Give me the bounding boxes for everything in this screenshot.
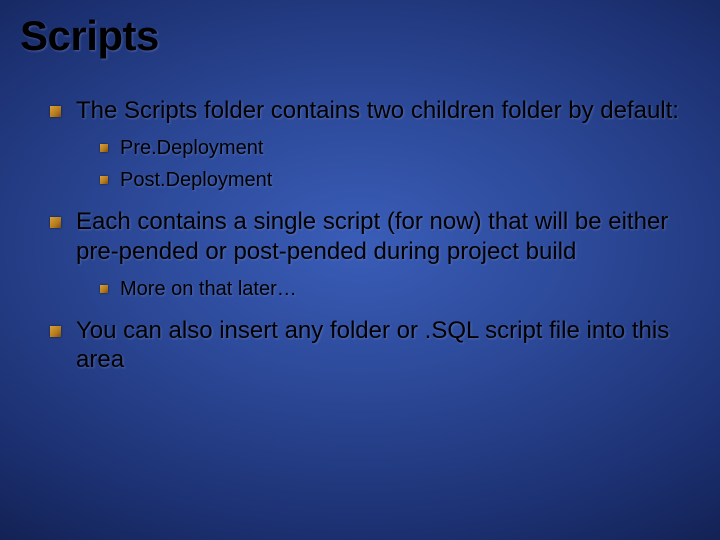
sub-bullet-list: More on that later… <box>76 276 700 302</box>
bullet-item: The Scripts folder contains two children… <box>50 96 700 193</box>
slide: Scripts The Scripts folder contains two … <box>0 0 720 540</box>
bullet-item: Each contains a single script (for now) … <box>50 207 700 302</box>
bullet-list: The Scripts folder contains two children… <box>20 96 700 374</box>
bullet-text: Each contains a single script (for now) … <box>76 208 668 264</box>
sub-bullet-text: Pre.Deployment <box>120 137 263 159</box>
sub-bullet-text: More on that later… <box>120 278 297 300</box>
bullet-text: You can also insert any folder or .SQL s… <box>76 317 669 373</box>
sub-bullet-text: Post.Deployment <box>120 169 272 191</box>
sub-bullet-item: Post.Deployment <box>100 167 700 193</box>
sub-bullet-item: Pre.Deployment <box>100 135 700 161</box>
slide-title: Scripts <box>20 12 700 60</box>
bullet-text: The Scripts folder contains two children… <box>76 97 679 124</box>
bullet-item: You can also insert any folder or .SQL s… <box>50 316 700 375</box>
sub-bullet-list: Pre.Deployment Post.Deployment <box>76 135 700 193</box>
sub-bullet-item: More on that later… <box>100 276 700 302</box>
